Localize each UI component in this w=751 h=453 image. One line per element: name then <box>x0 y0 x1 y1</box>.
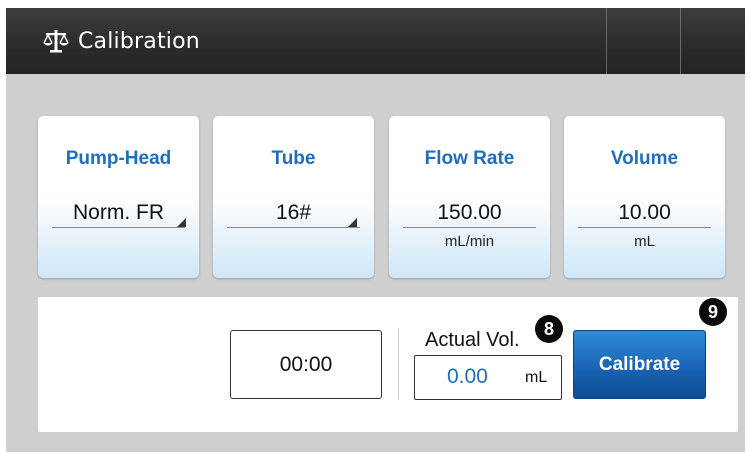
title-group: Calibration <box>42 8 200 74</box>
volume-unit: mL <box>634 233 655 250</box>
flow-rate-title: Flow Rate <box>424 148 515 169</box>
tube-underline <box>227 227 360 228</box>
pump-head-underline <box>52 227 185 228</box>
tube-dropdown-icon[interactable] <box>348 218 357 227</box>
pump-head-title: Pump-Head <box>65 148 172 169</box>
flow-rate-underline <box>403 227 536 228</box>
volume-value: 10.00 <box>618 201 671 224</box>
flow-rate-unit: mL/min <box>444 233 495 250</box>
pump-head-card[interactable]: Pump-Head Norm. FR <box>38 116 199 278</box>
tube-card[interactable]: Tube 16# <box>213 116 374 278</box>
page-title: Calibration <box>78 28 200 54</box>
title-bar: Calibration <box>6 8 745 74</box>
calibrate-button[interactable]: Calibrate <box>573 330 706 399</box>
callout-badge-9: 9 <box>699 298 727 326</box>
header-button-1[interactable] <box>606 8 681 74</box>
volume-card[interactable]: Volume 10.00 mL <box>564 116 725 278</box>
pump-head-dropdown-icon[interactable] <box>177 218 186 227</box>
balance-scale-icon <box>43 30 69 53</box>
header-button-2[interactable] <box>680 8 746 74</box>
volume-underline <box>578 227 711 228</box>
panel-divider <box>398 328 399 400</box>
pump-head-value: Norm. FR <box>73 201 164 224</box>
actual-vol-value: 0.00 <box>447 365 488 388</box>
volume-title: Volume <box>610 148 679 169</box>
tube-title: Tube <box>271 148 316 169</box>
timer-display: 00:00 <box>230 330 382 399</box>
actual-vol-input[interactable]: 0.00 mL <box>414 355 562 400</box>
flow-rate-card[interactable]: Flow Rate 150.00 mL/min <box>389 116 550 278</box>
callout-badge-8: 8 <box>535 315 563 343</box>
actual-vol-label: Actual Vol. <box>425 329 520 351</box>
flow-rate-value: 150.00 <box>437 201 502 224</box>
actual-vol-unit: mL <box>525 369 548 386</box>
